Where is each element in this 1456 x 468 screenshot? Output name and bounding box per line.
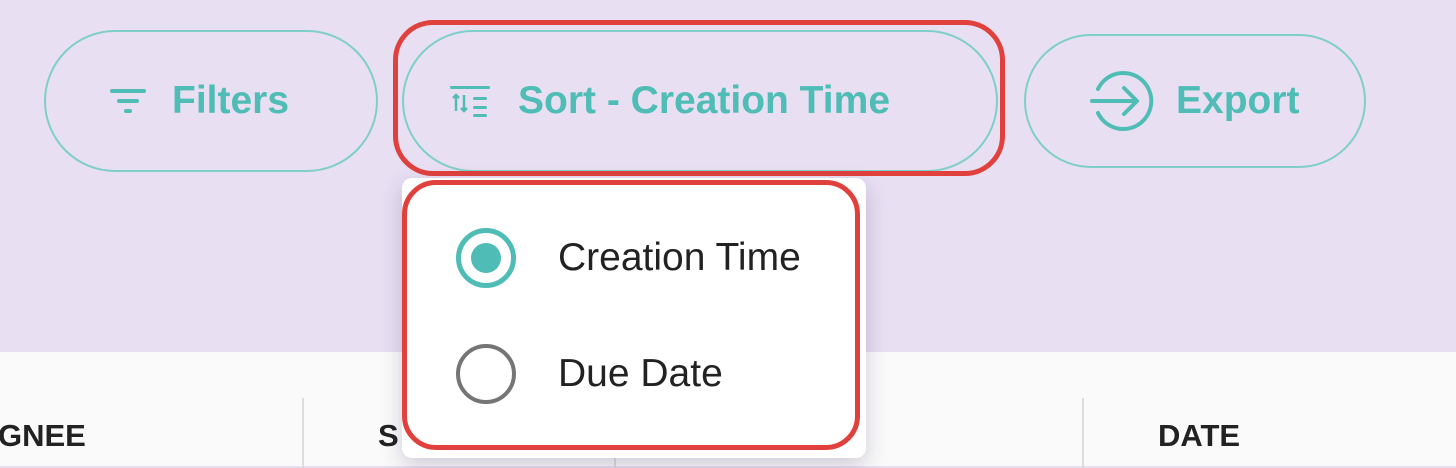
column-divider <box>302 398 304 468</box>
sort-dropdown-menu: Creation Time Due Date <box>402 178 866 458</box>
sort-option-label: Creation Time <box>558 236 801 279</box>
radio-unselected-icon[interactable] <box>456 344 516 404</box>
export-button[interactable]: Export <box>1024 34 1366 168</box>
sort-option-due-date[interactable]: Due Date <box>402 324 860 424</box>
column-header-status[interactable]: S <box>378 420 399 451</box>
sort-label: Sort - Creation Time <box>518 79 891 122</box>
sort-option-creation-time[interactable]: Creation Time <box>402 208 860 308</box>
export-label: Export <box>1176 79 1300 122</box>
radio-selected-icon[interactable] <box>456 228 516 288</box>
sort-button[interactable]: Sort - Creation Time <box>402 30 998 172</box>
sort-option-label: Due Date <box>558 352 723 395</box>
sort-icon <box>448 84 492 118</box>
column-header-assignee[interactable]: GNEE <box>0 420 86 451</box>
column-header-date[interactable]: DATE <box>1158 420 1240 451</box>
filter-lines-icon <box>108 86 148 116</box>
export-arrow-icon <box>1088 67 1156 135</box>
column-divider <box>1082 398 1084 468</box>
filters-button[interactable]: Filters <box>44 30 378 172</box>
filters-label: Filters <box>172 79 290 122</box>
